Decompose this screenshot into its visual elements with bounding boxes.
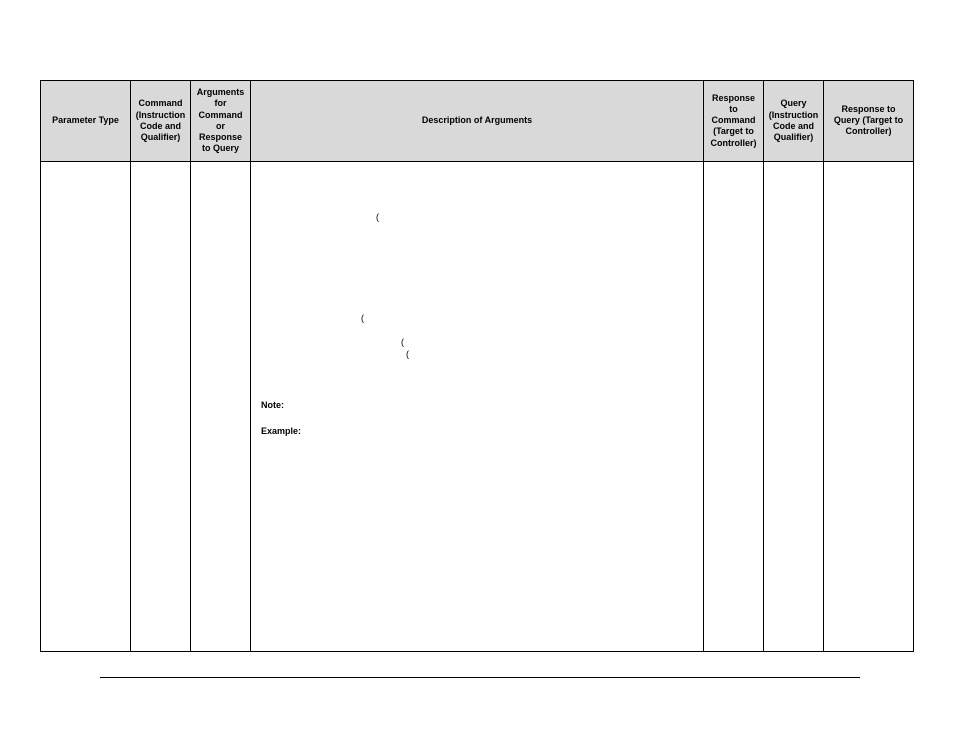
header-response-query: Response to Query (Target to Controller) — [824, 81, 914, 162]
paren-marker-4: ( — [406, 349, 697, 361]
cell-query — [764, 161, 824, 651]
cell-description: ( ( ( ( Note: Example: — [251, 161, 704, 651]
footer-divider — [100, 677, 860, 678]
cell-arguments — [191, 161, 251, 651]
cell-response-command — [704, 161, 764, 651]
header-description: Description of Arguments — [251, 81, 704, 162]
example-label: Example: — [261, 426, 697, 438]
paren-marker-1: ( — [376, 212, 697, 224]
header-response-command: Response to Command (Target to Controlle… — [704, 81, 764, 162]
note-label: Note: — [261, 400, 697, 412]
header-command: Command (Instruction Code and Qualifier) — [131, 81, 191, 162]
header-arguments: Arguments for Command or Response to Que… — [191, 81, 251, 162]
paren-marker-2: ( — [361, 313, 697, 325]
header-parameter-type: Parameter Type — [41, 81, 131, 162]
cell-response-query — [824, 161, 914, 651]
table-header-row: Parameter Type Command (Instruction Code… — [41, 81, 914, 162]
cell-parameter-type — [41, 161, 131, 651]
document-page: Parameter Type Command (Instruction Code… — [0, 0, 954, 692]
table-row: ( ( ( ( Note: Example: — [41, 161, 914, 651]
paren-marker-3: ( — [401, 337, 697, 349]
cell-command — [131, 161, 191, 651]
parameter-table: Parameter Type Command (Instruction Code… — [40, 80, 914, 652]
header-query: Query (Instruction Code and Qualifier) — [764, 81, 824, 162]
